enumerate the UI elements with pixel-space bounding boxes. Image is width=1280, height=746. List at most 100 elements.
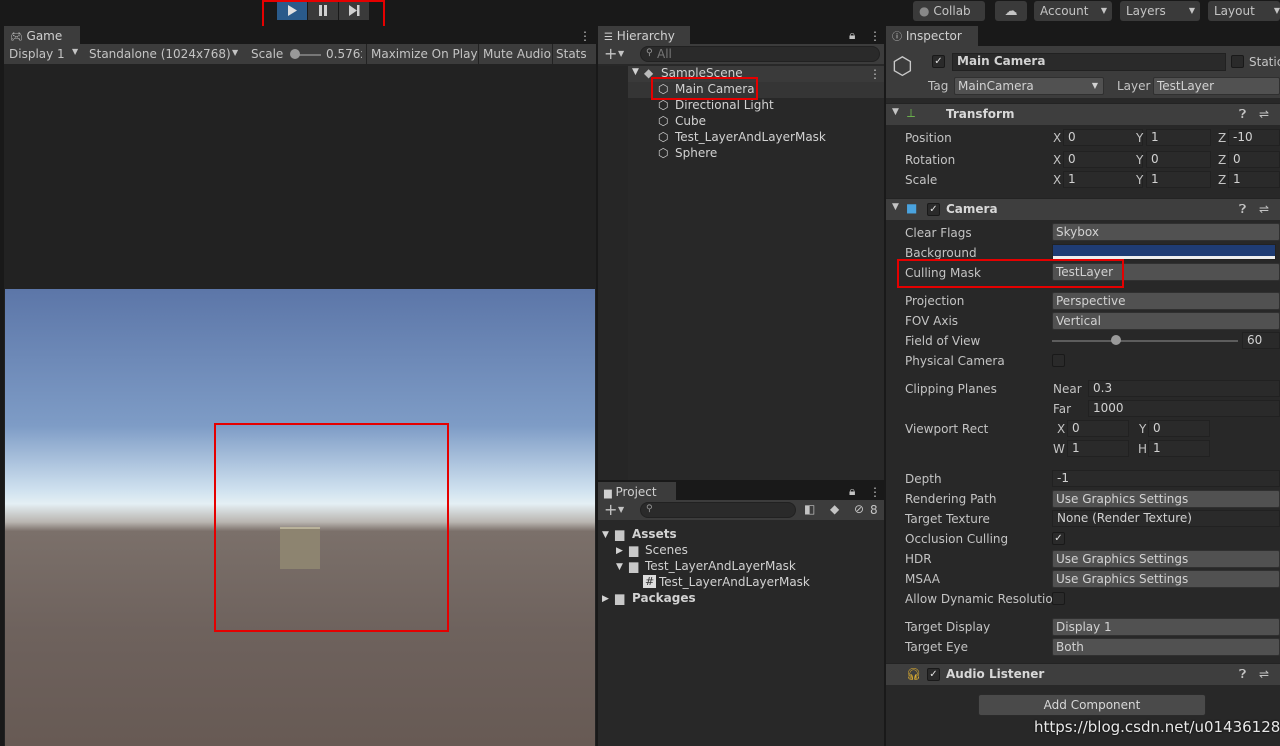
target-eye-dropdown[interactable]: Both bbox=[1052, 638, 1280, 656]
lock-icon[interactable]: 🔒︎ bbox=[849, 28, 855, 43]
scale-z-input[interactable]: 1 bbox=[1228, 171, 1280, 188]
rotation-z-input[interactable]: 0 bbox=[1228, 151, 1280, 168]
projection-dropdown[interactable]: Perspective bbox=[1052, 292, 1280, 310]
hierarchy-item[interactable]: ⬡ Main Camera bbox=[598, 82, 884, 98]
transform-header[interactable]: ▼ ⟂ Transform ❓︎ ⇌ bbox=[886, 103, 1280, 125]
play-button[interactable] bbox=[277, 1, 307, 20]
help-icon[interactable]: ❓︎ bbox=[1239, 667, 1246, 682]
tab-inspector[interactable]: ⓘ Inspector bbox=[886, 26, 978, 46]
project-menu-icon[interactable]: ⋮ bbox=[869, 485, 881, 499]
layers-dropdown[interactable]: Layers ▼ bbox=[1120, 1, 1200, 21]
background-color-field[interactable] bbox=[1052, 244, 1276, 260]
hierarchy-item[interactable]: ⬡ Sphere bbox=[598, 146, 884, 162]
scenes-folder[interactable]: Scenes bbox=[645, 543, 688, 557]
msaa-dropdown[interactable]: Use Graphics Settings bbox=[1052, 570, 1280, 588]
fov-input[interactable]: 60 bbox=[1242, 332, 1280, 349]
tab-game[interactable]: 🎮︎ Game bbox=[4, 26, 80, 46]
test-script[interactable]: Test_LayerAndLayerMask bbox=[659, 575, 810, 589]
scale-slider-handle[interactable] bbox=[290, 49, 300, 59]
object-name-input[interactable]: Main Camera bbox=[952, 53, 1226, 71]
display-dropdown[interactable]: Display 1 bbox=[9, 47, 65, 61]
static-checkbox[interactable] bbox=[1231, 55, 1244, 68]
collab-button[interactable]: ● Collab ▼ bbox=[913, 1, 985, 37]
dynamic-resolution-checkbox[interactable] bbox=[1052, 592, 1065, 605]
scene-row[interactable]: ▼ ◆ SampleScene ⋮ bbox=[598, 66, 884, 82]
far-clip-input[interactable]: 1000 bbox=[1088, 400, 1280, 417]
layer-dropdown[interactable]: TestLayer bbox=[1153, 77, 1280, 95]
camera-header[interactable]: ▼ ■ ✓ Camera ❓︎ ⇌ bbox=[886, 198, 1280, 220]
hdr-dropdown[interactable]: Use Graphics Settings bbox=[1052, 550, 1280, 568]
culling-mask-dropdown[interactable]: TestLayer bbox=[1052, 263, 1280, 281]
settings-icon[interactable]: ⇌ bbox=[1259, 667, 1269, 681]
position-y-input[interactable]: 1 bbox=[1146, 129, 1211, 146]
hierarchy-item[interactable]: ⬡ Cube bbox=[598, 114, 884, 130]
stats-toggle[interactable]: Stats bbox=[556, 47, 587, 61]
active-checkbox[interactable]: ✓ bbox=[932, 55, 945, 68]
tab-project[interactable]: ▆ Project bbox=[598, 482, 676, 502]
collapse-arrow-icon[interactable]: ▼ bbox=[892, 202, 899, 212]
collapse-arrow-icon[interactable]: ▼ bbox=[892, 107, 899, 117]
settings-icon[interactable]: ⇌ bbox=[1259, 107, 1269, 121]
fov-slider-handle[interactable] bbox=[1111, 335, 1121, 345]
mute-audio-toggle[interactable]: Mute Audio bbox=[483, 47, 551, 61]
expand-arrow-icon[interactable]: ▼ bbox=[602, 530, 609, 540]
game-view[interactable] bbox=[5, 289, 595, 746]
position-x-input[interactable]: 0 bbox=[1063, 129, 1143, 146]
maximize-on-play-toggle[interactable]: Maximize On Play bbox=[371, 47, 478, 61]
pause-button[interactable] bbox=[308, 1, 338, 20]
viewport-h-input[interactable]: 1 bbox=[1148, 440, 1210, 457]
hierarchy-menu-icon[interactable]: ⋮ bbox=[869, 29, 881, 43]
game-menu-icon[interactable]: ⋮ bbox=[579, 29, 591, 43]
rotation-x-input[interactable]: 0 bbox=[1063, 151, 1143, 168]
tag-dropdown[interactable]: MainCamera ▼ bbox=[954, 77, 1104, 95]
hierarchy-item[interactable]: ⬡ Test_LayerAndLayerMask bbox=[598, 130, 884, 146]
expand-arrow-icon[interactable]: ▼ bbox=[632, 67, 639, 77]
add-component-button[interactable]: Add Component bbox=[978, 694, 1206, 716]
account-dropdown[interactable]: Account ▼ bbox=[1034, 1, 1112, 21]
clear-flags-dropdown[interactable]: Skybox bbox=[1052, 223, 1280, 241]
near-clip-input[interactable]: 0.3 bbox=[1088, 380, 1280, 397]
scene-menu-icon[interactable]: ⋮ bbox=[869, 67, 881, 81]
layout-dropdown[interactable]: Layout ▼ bbox=[1208, 1, 1280, 21]
assets-folder[interactable]: Assets bbox=[632, 527, 677, 541]
expand-arrow-icon[interactable]: ▼ bbox=[616, 562, 623, 572]
viewport-w-input[interactable]: 1 bbox=[1067, 440, 1129, 457]
fov-axis-dropdown[interactable]: Vertical bbox=[1052, 312, 1280, 330]
settings-icon[interactable]: ⇌ bbox=[1259, 202, 1269, 216]
audio-listener-header[interactable]: 🎧︎ ✓ Audio Listener ❓︎ ⇌ bbox=[886, 663, 1280, 685]
resolution-dropdown[interactable]: Standalone (1024x768) bbox=[89, 47, 231, 61]
help-icon[interactable]: ❓︎ bbox=[1239, 107, 1246, 122]
viewport-x-input[interactable]: 0 bbox=[1067, 420, 1129, 437]
target-texture-field[interactable]: None (Render Texture) bbox=[1052, 510, 1280, 527]
hierarchy-search-input[interactable]: All bbox=[640, 46, 880, 62]
rotation-y-input[interactable]: 0 bbox=[1146, 151, 1211, 168]
tab-hierarchy[interactable]: ☰ Hierarchy bbox=[598, 26, 690, 46]
collapse-arrow-icon[interactable]: ▶ bbox=[616, 546, 623, 556]
hidden-packages-icon[interactable]: ⊘ bbox=[854, 502, 864, 516]
filter-type-icon[interactable]: ◧ bbox=[804, 502, 815, 516]
audio-listener-checkbox[interactable]: ✓ bbox=[927, 668, 940, 681]
step-button[interactable] bbox=[339, 1, 369, 20]
cloud-button[interactable]: ☁ bbox=[995, 1, 1027, 21]
rendering-path-dropdown[interactable]: Use Graphics Settings bbox=[1052, 490, 1280, 508]
add-icon[interactable]: + bbox=[604, 500, 617, 519]
lock-icon[interactable]: 🔒︎ bbox=[849, 484, 855, 499]
target-display-dropdown[interactable]: Display 1 bbox=[1052, 618, 1280, 636]
position-z-input[interactable]: -10 bbox=[1228, 129, 1280, 146]
physical-camera-checkbox[interactable] bbox=[1052, 354, 1065, 367]
project-search-input[interactable] bbox=[640, 502, 796, 518]
hierarchy-item[interactable]: ⬡ Directional Light bbox=[598, 98, 884, 114]
tag-icon[interactable]: ◆ bbox=[830, 502, 839, 516]
depth-input[interactable]: -1 bbox=[1052, 470, 1280, 487]
viewport-y-input[interactable]: 0 bbox=[1148, 420, 1210, 437]
occlusion-culling-checkbox[interactable]: ✓ bbox=[1052, 532, 1065, 545]
packages-folder[interactable]: Packages bbox=[632, 591, 696, 605]
test-folder[interactable]: Test_LayerAndLayerMask bbox=[645, 559, 796, 573]
camera-enabled-checkbox[interactable]: ✓ bbox=[927, 203, 940, 216]
scale-x-input[interactable]: 1 bbox=[1063, 171, 1143, 188]
add-icon[interactable]: + bbox=[604, 44, 617, 63]
fov-slider[interactable] bbox=[1052, 340, 1238, 342]
collapse-arrow-icon[interactable]: ▶ bbox=[602, 594, 609, 604]
help-icon[interactable]: ❓︎ bbox=[1239, 202, 1246, 217]
scale-y-input[interactable]: 1 bbox=[1146, 171, 1211, 188]
